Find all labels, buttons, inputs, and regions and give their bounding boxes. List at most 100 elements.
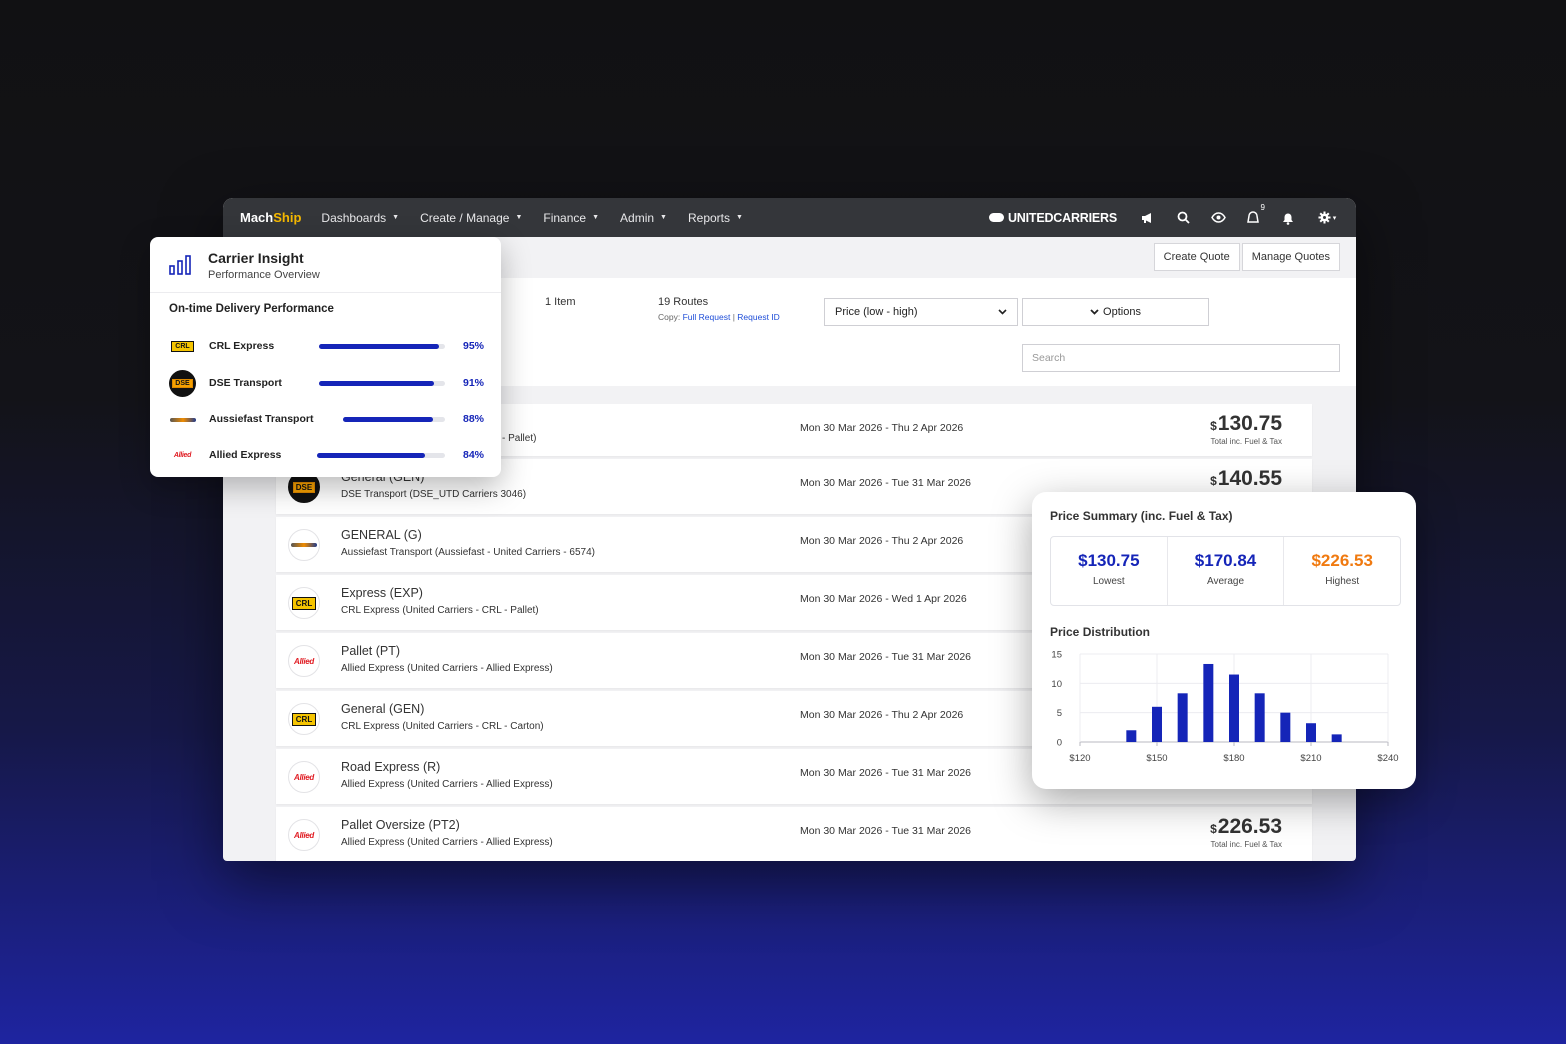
copy-request-id-link[interactable]: Request ID (737, 312, 780, 322)
performance-percent: 95% (462, 340, 484, 352)
price-stat-average: $170.84 Average (1168, 537, 1285, 605)
price-stat-lowest: $130.75 Lowest (1051, 537, 1168, 605)
distribution-bar (1126, 730, 1137, 742)
x-tick-label: $120 (1069, 753, 1090, 764)
options-button[interactable]: Options (1022, 298, 1209, 326)
allied-logo-icon: Allied (294, 830, 314, 840)
nav-reports-label: Reports (687, 210, 731, 225)
aussiefast-logo-icon (291, 543, 317, 547)
performance-bar-fill (319, 344, 439, 349)
chevron-down-icon: ▾ (1332, 214, 1337, 222)
distribution-bar (1152, 706, 1162, 742)
price-currency: $ (1210, 474, 1217, 488)
options-label: Options (1103, 306, 1141, 318)
dse-logo-icon: DSE (292, 481, 316, 493)
transit-dates: Mon 30 Mar 2026 - Tue 31 Mar 2026 (800, 825, 972, 837)
carrier-performance-row: Allied Allied Express 84% (169, 440, 484, 470)
carrier-performance-row: DSE DSE Transport 91% (169, 368, 484, 398)
carrier-account: Allied Express (United Carriers - Allied… (341, 663, 553, 674)
sort-select[interactable]: Price (low - high) (824, 298, 1018, 326)
crl-logo-icon: CRL (171, 341, 194, 352)
machship-logo[interactable]: MachShip (240, 210, 301, 225)
megaphone-icon[interactable] (1140, 210, 1156, 226)
x-tick-label: $180 (1223, 753, 1244, 764)
price-value: 130.75 (1217, 412, 1282, 435)
price-stat-value: $170.84 (1194, 551, 1257, 570)
nav-create-manage-label: Create / Manage (420, 210, 510, 225)
bell-icon[interactable] (1280, 210, 1296, 226)
transit-dates: Mon 30 Mar 2026 - Thu 2 Apr 2026 (800, 709, 964, 721)
carrier-logo (169, 406, 196, 433)
distribution-bar (1229, 674, 1239, 742)
distribution-bar (1280, 712, 1291, 742)
chevron-down-icon: ▼ (392, 214, 400, 221)
insight-section-title: On-time Delivery Performance (169, 303, 334, 315)
price-value: 140.55 (1217, 467, 1282, 490)
performance-bar (319, 381, 445, 386)
chevron-down-icon: ▼ (736, 214, 743, 221)
transit-dates: Mon 30 Mar 2026 - Thu 2 Apr 2026 (800, 422, 964, 434)
performance-bar-fill (319, 381, 434, 386)
org-logo: UNITEDCARRIERS (988, 211, 1117, 225)
result-row[interactable]: Allied Pallet Oversize (PT2) Allied Expres… (276, 807, 1312, 861)
nav-dashboards[interactable]: Dashboards ▼ (321, 211, 399, 225)
chevron-down-icon: ▼ (660, 214, 667, 221)
chevron-down-icon: ▼ (515, 214, 523, 221)
notification-count-icon[interactable]: 9 (1245, 203, 1265, 226)
sort-select-value: Price (low - high) (835, 306, 918, 318)
row-price: $226.53 Total inc. Fuel & Tax (1210, 815, 1282, 849)
allied-logo-icon: Allied (294, 772, 314, 782)
notification-badge: 9 (1260, 202, 1265, 212)
carrier-account: - Pallet) (502, 433, 537, 444)
items-count: 1 Item (545, 296, 576, 308)
price-summary-title: Price Summary (inc. Fuel & Tax) (1050, 509, 1233, 523)
routes-count: 19 Routes (658, 296, 709, 308)
nav-dashboards-label: Dashboards (321, 210, 387, 225)
x-tick-label: $240 (1377, 753, 1398, 764)
nav-finance[interactable]: Finance ▼ (543, 211, 599, 225)
performance-percent: 84% (462, 449, 484, 461)
price-stat-highest: $226.53 Highest (1284, 537, 1400, 605)
chevron-down-icon (1090, 309, 1099, 315)
copy-full-request-link[interactable]: Full Request (683, 312, 731, 322)
insight-title: Carrier Insight (208, 250, 304, 266)
price-note: Total inc. Fuel & Tax (1210, 840, 1282, 849)
brand-text-mach: Mach (240, 210, 274, 225)
carrier-logo: Allied (288, 645, 320, 677)
transit-dates: Mon 30 Mar 2026 - Thu 2 Apr 2026 (800, 535, 964, 547)
row-price: $130.75 Total inc. Fuel & Tax (1210, 412, 1282, 446)
carrier-logo: Allied (288, 819, 320, 851)
distribution-bar (1331, 734, 1342, 742)
carrier-performance-row: Aussiefast Transport 88% (169, 404, 484, 434)
performance-bar (319, 344, 445, 349)
top-navbar: MachShip Dashboards ▼ Create / Manage ▼ Fi… (223, 198, 1356, 237)
service-name: General (GEN) (341, 702, 425, 716)
search-input[interactable] (1022, 344, 1340, 372)
transit-dates: Mon 30 Mar 2026 - Wed 1 Apr 2026 (800, 593, 967, 605)
price-stat-value: $130.75 (1078, 551, 1140, 570)
nav-admin[interactable]: Admin ▼ (620, 211, 667, 225)
carrier-insight-card: Carrier Insight Performance Overview On-… (150, 237, 501, 477)
carrier-account: Allied Express (United Carriers - Allied… (341, 837, 553, 848)
performance-bar (343, 417, 445, 422)
carrier-logo: DSE (169, 370, 196, 397)
create-quote-button[interactable]: Create Quote (1153, 243, 1240, 271)
carrier-name: CRL Express (209, 340, 275, 352)
service-name: Pallet (PT) (341, 644, 401, 658)
carrier-account: CRL Express (United Carriers - CRL - Pal… (341, 605, 539, 616)
performance-percent: 91% (462, 377, 484, 389)
carrier-logo (288, 529, 320, 561)
nav-reports[interactable]: Reports ▼ (688, 211, 743, 225)
x-tick-label: $210 (1300, 753, 1321, 764)
crl-logo-icon: CRL (291, 596, 317, 610)
manage-quotes-button[interactable]: Manage Quotes (1241, 243, 1340, 271)
copy-separator: | (732, 312, 735, 322)
gear-icon[interactable]: ▾ (1315, 210, 1339, 226)
eye-icon[interactable] (1210, 210, 1226, 226)
performance-bar-fill (343, 417, 433, 422)
nav-create-manage[interactable]: Create / Manage ▼ (420, 211, 522, 225)
search-icon[interactable] (1175, 210, 1191, 226)
distribution-bar (1177, 693, 1188, 742)
dse-logo-icon: DSE (172, 379, 193, 388)
y-tick-label: 0 (1057, 738, 1062, 749)
